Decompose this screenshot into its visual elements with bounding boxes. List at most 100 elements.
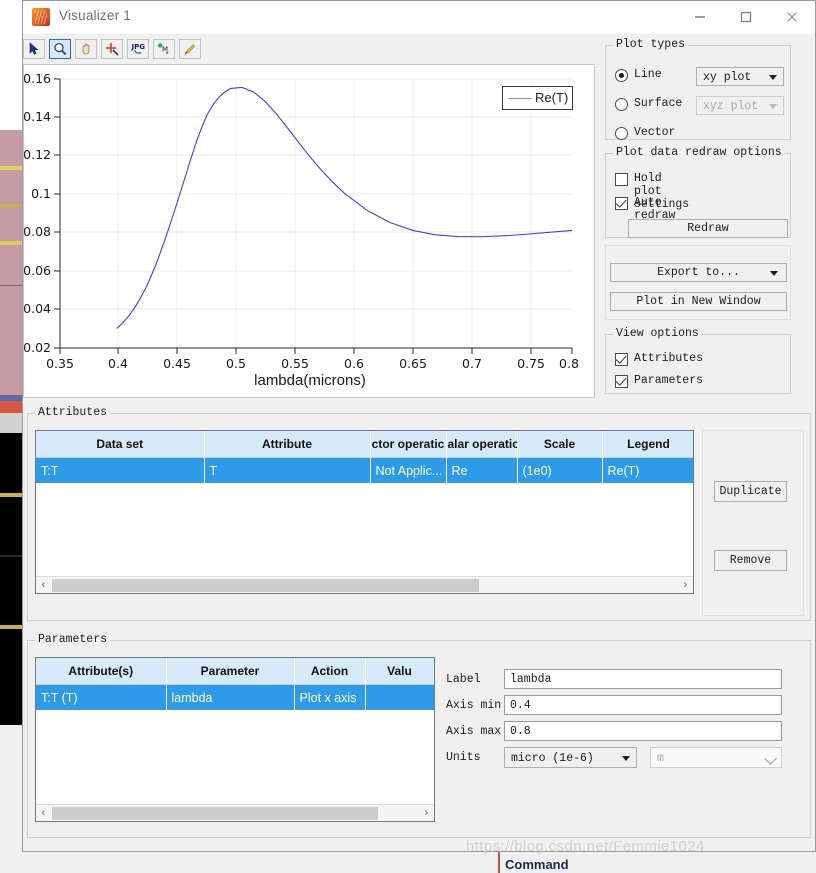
marker-m-tool-button[interactable]: M xyxy=(153,39,175,59)
pencil-icon xyxy=(184,44,195,55)
line-plot-type-combo[interactable]: xy plot xyxy=(696,67,784,86)
zoom-fit-tool-button[interactable] xyxy=(101,39,123,59)
radio-surface-label: Surface xyxy=(634,97,683,110)
magnifier-icon xyxy=(54,42,67,56)
plot-types-group: Plot types Line xy plot Surface xyz plot… xyxy=(605,38,791,140)
x-axis-title: lambda(microns) xyxy=(254,372,366,389)
window-title: Visualizer 1 xyxy=(59,8,131,23)
redraw-button[interactable]: Redraw xyxy=(628,219,788,238)
col-action[interactable]: Action xyxy=(294,658,366,685)
legend-label: Re(T) xyxy=(535,90,569,105)
radio-vector-indicator xyxy=(615,127,628,140)
attributes-box xyxy=(615,353,628,366)
svg-text:0.5: 0.5 xyxy=(226,356,246,371)
watermark: https://blog.csdn.net/Femmie1024 xyxy=(466,838,705,855)
svg-text:0.14: 0.14 xyxy=(24,109,51,124)
table-row[interactable]: T:T (T) lambda Plot x axis xyxy=(36,684,434,710)
command-accent-bar xyxy=(498,852,500,873)
move-arrows-icon xyxy=(105,42,119,56)
bg-strip xyxy=(0,130,22,166)
radio-vector-label: Vector xyxy=(634,126,676,139)
cell-value[interactable] xyxy=(365,684,434,710)
cell-action[interactable]: Plot x axis xyxy=(294,684,366,710)
bg-strip xyxy=(0,401,22,413)
scroll-thumb[interactable] xyxy=(52,807,378,820)
col-scale[interactable]: Scale xyxy=(517,431,603,458)
col-attribute[interactable]: Attribute xyxy=(204,431,371,458)
attributes-header-row: Data set Attribute ctor operatic alar op… xyxy=(36,431,693,458)
svg-text:0.65: 0.65 xyxy=(399,356,427,371)
remove-button[interactable]: Remove xyxy=(714,550,787,571)
scroll-left-icon[interactable]: ‹ xyxy=(37,807,50,820)
attributes-table[interactable]: Data set Attribute ctor operatic alar op… xyxy=(35,430,694,594)
attributes-buttons-group: Duplicate Remove xyxy=(702,430,804,616)
parameters-grid: Attribute(s) Parameter Action Valu T:T (… xyxy=(36,658,434,710)
plot-in-new-window-button[interactable]: Plot in New Window xyxy=(610,292,787,311)
bg-strip xyxy=(0,245,22,285)
attributes-label: Attributes xyxy=(634,352,704,365)
svg-text:0.45: 0.45 xyxy=(163,356,191,371)
scroll-thumb[interactable] xyxy=(52,579,479,592)
parameters-hscrollbar[interactable]: ‹ › xyxy=(36,804,434,821)
svg-text:0.75: 0.75 xyxy=(517,356,545,371)
zoom-tool-button[interactable] xyxy=(49,39,71,59)
col-scalar-operation[interactable]: alar operatic xyxy=(446,431,518,458)
label-field-value: lambda xyxy=(510,673,552,686)
col-parameter[interactable]: Parameter xyxy=(166,658,295,685)
radio-surface-indicator xyxy=(615,98,628,111)
cell-vector-operation[interactable]: Not Applic... xyxy=(370,457,447,483)
svg-text:0.55: 0.55 xyxy=(281,356,309,371)
scroll-right-icon[interactable]: › xyxy=(679,579,692,592)
col-vector-operation[interactable]: ctor operatic xyxy=(370,431,447,458)
title-bar[interactable]: Visualizer 1 xyxy=(23,1,815,35)
attributes-title: Attributes xyxy=(35,406,111,419)
table-row[interactable]: T:T T Not Applic... Re (1e0) Re(T) xyxy=(36,457,693,483)
label-field[interactable]: lambda xyxy=(504,669,782,689)
close-button[interactable] xyxy=(769,1,815,33)
annotate-tool-button[interactable] xyxy=(179,39,201,59)
command-label: Command xyxy=(505,857,569,872)
marker-m-icon: M xyxy=(158,43,169,55)
scroll-left-icon[interactable]: ‹ xyxy=(37,579,50,592)
jpg-icon: JPG xyxy=(131,43,145,55)
axis-max-value: 0.8 xyxy=(510,725,531,738)
plot-area[interactable]: 0.16 0.14 0.12 0.1 0.08 0.06 0.04 0.02 0… xyxy=(23,64,595,398)
scroll-right-icon[interactable]: › xyxy=(420,807,433,820)
axis-min-value: 0.4 xyxy=(510,699,531,712)
axis-max-field[interactable]: 0.8 xyxy=(504,721,782,741)
pointer-tool-button[interactable] xyxy=(23,39,45,59)
parameters-header-row: Attribute(s) Parameter Action Valu xyxy=(36,658,434,685)
cell-data-set[interactable]: T:T xyxy=(36,457,205,483)
minimize-button[interactable] xyxy=(677,1,723,33)
col-value[interactable]: Valu xyxy=(365,658,434,685)
view-options-title: View options xyxy=(613,327,702,340)
cell-legend[interactable]: Re(T) xyxy=(602,457,693,483)
export-jpg-tool-button[interactable]: JPG xyxy=(127,39,149,59)
units-combo[interactable]: micro (1e-6) xyxy=(504,747,637,768)
cell-scale[interactable]: (1e0) xyxy=(517,457,603,483)
bg-strip xyxy=(0,413,22,433)
cell-scalar-operation[interactable]: Re xyxy=(446,457,518,483)
units-caption: Units xyxy=(446,751,481,764)
parameters-table[interactable]: Attribute(s) Parameter Action Valu T:T (… xyxy=(35,657,435,822)
cell-attribute[interactable]: T xyxy=(204,457,371,483)
svg-text:0.04: 0.04 xyxy=(24,301,51,316)
export-to-button[interactable]: Export to... xyxy=(610,263,787,282)
col-data-set[interactable]: Data set xyxy=(36,431,205,458)
maximize-button[interactable] xyxy=(723,1,769,33)
col-legend[interactable]: Legend xyxy=(602,431,693,458)
duplicate-button[interactable]: Duplicate xyxy=(714,481,787,502)
bg-strip xyxy=(0,0,22,130)
svg-text:0.12: 0.12 xyxy=(24,147,51,162)
minimize-icon xyxy=(695,16,705,18)
svg-text:0.02: 0.02 xyxy=(24,340,51,355)
cell-parameter[interactable]: lambda xyxy=(166,684,295,710)
cell-attributes[interactable]: T:T (T) xyxy=(36,684,167,710)
plot-types-title: Plot types xyxy=(613,38,689,51)
axis-min-field[interactable]: 0.4 xyxy=(504,695,782,715)
chevron-down-icon xyxy=(764,752,777,765)
svg-text:0.35: 0.35 xyxy=(46,356,74,371)
col-attributes[interactable]: Attribute(s) xyxy=(36,658,167,685)
attributes-hscrollbar[interactable]: ‹ › xyxy=(36,576,693,593)
pan-tool-button[interactable] xyxy=(75,39,97,59)
